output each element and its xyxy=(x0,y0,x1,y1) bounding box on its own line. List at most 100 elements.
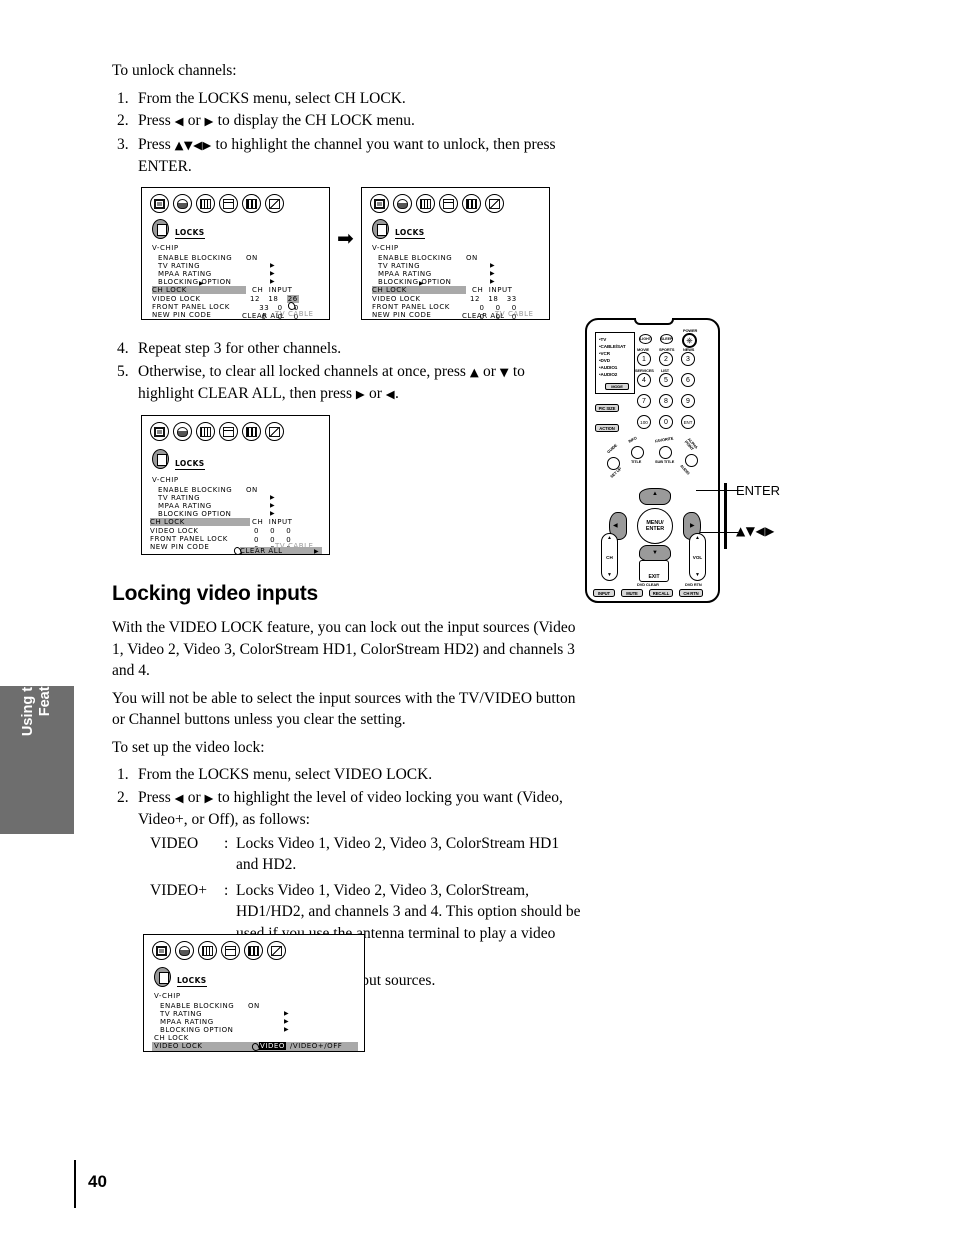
mode-option-vcr[interactable]: •VCR xyxy=(599,350,634,357)
channel-icon[interactable] xyxy=(244,941,263,960)
picture-icon[interactable] xyxy=(370,194,389,213)
picture-icon[interactable] xyxy=(150,194,169,213)
mute-button[interactable]: MUTE xyxy=(621,589,643,597)
info-button[interactable] xyxy=(631,446,644,459)
osd-enable-blocking-label[interactable]: ENABLE BLOCKING xyxy=(378,254,452,262)
channel-cell[interactable]: 0 xyxy=(479,304,484,312)
osd-clear-all-label[interactable]: CLEAR ALL xyxy=(242,312,285,319)
number-button-1[interactable]: 1 xyxy=(637,352,651,366)
channel-icon[interactable] xyxy=(242,422,261,441)
osd-front-panel-lock-label[interactable]: FRONT PANEL LOCK xyxy=(372,303,450,311)
osd-ch-lock-row[interactable]: CH LOCK xyxy=(150,518,250,526)
video-input-icon[interactable] xyxy=(196,422,215,441)
volume-rocker[interactable]: ▲ VOL ▼ xyxy=(689,533,706,581)
audio-icon[interactable] xyxy=(173,194,192,213)
number-button-5[interactable]: 5 xyxy=(659,373,673,387)
osd-ch-lock-label[interactable]: CH LOCK xyxy=(154,1034,189,1042)
pic-size-button[interactable]: PIC SIZE xyxy=(595,404,619,412)
osd-blocking-option-label[interactable]: BLOCKING OPTION xyxy=(158,278,231,286)
locks-icon[interactable] xyxy=(265,194,284,213)
channel-cell[interactable]: 0 xyxy=(270,527,275,535)
mode-option-dvd[interactable]: •DVD xyxy=(599,357,634,364)
video-input-icon[interactable] xyxy=(416,194,435,213)
osd-video-selected-value[interactable]: VIDEO xyxy=(259,1042,286,1050)
number-button-9[interactable]: 9 xyxy=(681,394,695,408)
vol-down-arrow-icon[interactable]: ▼ xyxy=(695,573,700,578)
mode-option-audio1[interactable]: •AUDIO1 xyxy=(599,364,634,371)
mode-option-cable-sat[interactable]: •CABLE/SAT xyxy=(599,343,634,350)
osd-blocking-option-label[interactable]: BLOCKING OPTION xyxy=(158,510,231,518)
osd-blocking-option-label[interactable]: BLOCKING OPTION xyxy=(378,278,451,286)
power-button[interactable]: ⎈ xyxy=(682,333,697,348)
osd-enable-blocking-label[interactable]: ENABLE BLOCKING xyxy=(158,254,232,262)
number-button-8[interactable]: 8 xyxy=(659,394,673,408)
alpha-point-button[interactable] xyxy=(685,454,698,467)
osd-ch-lock-row[interactable]: CH LOCK xyxy=(372,286,466,294)
recall-button[interactable]: RECALL xyxy=(649,589,673,597)
osd-video-lock-label[interactable]: VIDEO LOCK xyxy=(150,527,199,535)
number-button-2[interactable]: 2 xyxy=(659,352,673,366)
osd-front-panel-lock-label[interactable]: FRONT PANEL LOCK xyxy=(150,535,228,543)
mode-option-tv[interactable]: •TV xyxy=(599,336,634,343)
video-input-icon[interactable] xyxy=(196,194,215,213)
osd-tv-rating-label[interactable]: TV RATING xyxy=(160,1010,202,1018)
channel-cell[interactable]: 0 xyxy=(254,536,259,544)
number-button-6[interactable]: 6 xyxy=(681,373,695,387)
channel-cell[interactable]: 18 xyxy=(268,295,278,303)
picture-icon[interactable] xyxy=(150,422,169,441)
channel-cell[interactable]: 18 xyxy=(488,295,498,303)
channel-cell[interactable]: 12 xyxy=(470,295,480,303)
number-button-4[interactable]: 4 xyxy=(637,373,651,387)
osd-enable-blocking-label[interactable]: ENABLE BLOCKING xyxy=(158,486,232,494)
audio-icon[interactable] xyxy=(175,941,194,960)
osd-new-pin-code-label[interactable]: NEW PIN CODE xyxy=(150,543,209,551)
setup-icon[interactable] xyxy=(221,941,240,960)
channel-cell[interactable]: 12 xyxy=(250,295,260,303)
channel-icon[interactable] xyxy=(242,194,261,213)
ch-up-arrow-icon[interactable]: ▲ xyxy=(607,536,612,541)
input-button[interactable]: INPUT xyxy=(593,589,615,597)
mode-button[interactable]: MODE xyxy=(605,383,629,390)
osd-new-pin-code-label[interactable]: NEW PIN CODE xyxy=(372,311,431,319)
osd-clear-all-label[interactable]: CLEAR ALL xyxy=(462,312,505,319)
mode-option-audio2[interactable]: •AUDIO2 xyxy=(599,371,634,378)
vol-up-arrow-icon[interactable]: ▲ xyxy=(695,536,700,541)
osd-video-lock-label[interactable]: VIDEO LOCK xyxy=(152,295,201,303)
locks-icon[interactable] xyxy=(265,422,284,441)
osd-mpaa-rating-label[interactable]: MPAA RATING xyxy=(158,502,212,510)
locks-icon[interactable] xyxy=(485,194,504,213)
channel-cell[interactable]: 0 xyxy=(286,527,291,535)
favorite-button[interactable] xyxy=(659,446,672,459)
number-button-7[interactable]: 7 xyxy=(637,394,651,408)
ch-down-arrow-icon[interactable]: ▼ xyxy=(607,573,612,578)
light-button[interactable]: LIGHT xyxy=(639,334,652,344)
audio-icon[interactable] xyxy=(393,194,412,213)
number-button-0[interactable]: 0 xyxy=(659,415,673,429)
osd-tv-rating-label[interactable]: TV RATING xyxy=(378,262,420,270)
setup-icon[interactable] xyxy=(219,422,238,441)
channel-cell[interactable]: 33 xyxy=(259,304,269,312)
action-button[interactable]: ACTION xyxy=(595,424,619,432)
locks-icon[interactable] xyxy=(267,941,286,960)
setup-icon[interactable] xyxy=(219,194,238,213)
video-input-icon[interactable] xyxy=(198,941,217,960)
osd-tv-rating-label[interactable]: TV RATING xyxy=(158,262,200,270)
osd-new-pin-code-label[interactable]: NEW PIN CODE xyxy=(152,311,211,319)
osd-ch-lock-row[interactable]: CH LOCK xyxy=(152,286,246,294)
menu-enter-button[interactable]: MENU/ ENTER xyxy=(637,508,673,544)
osd-clear-all-row-highlighted[interactable]: CLEAR ALL xyxy=(240,547,322,554)
osd-front-panel-lock-label[interactable]: FRONT PANEL LOCK xyxy=(152,303,230,311)
osd-video-lock-label[interactable]: VIDEO LOCK xyxy=(154,1042,203,1050)
picture-icon[interactable] xyxy=(152,941,171,960)
osd-mpaa-rating-label[interactable]: MPAA RATING xyxy=(160,1018,214,1026)
osd-tv-rating-label[interactable]: TV RATING xyxy=(158,494,200,502)
channel-icon[interactable] xyxy=(462,194,481,213)
osd-video-lock-label[interactable]: VIDEO LOCK xyxy=(372,295,421,303)
channel-cell[interactable]: 0 xyxy=(254,527,259,535)
osd-mpaa-rating-label[interactable]: MPAA RATING xyxy=(378,270,432,278)
ch-return-button[interactable]: CH RTN xyxy=(679,589,703,597)
osd-mpaa-rating-label[interactable]: MPAA RATING xyxy=(158,270,212,278)
channel-cell[interactable]: 33 xyxy=(507,295,517,303)
enter-number-button[interactable]: ENT xyxy=(681,415,695,429)
setup-icon[interactable] xyxy=(439,194,458,213)
